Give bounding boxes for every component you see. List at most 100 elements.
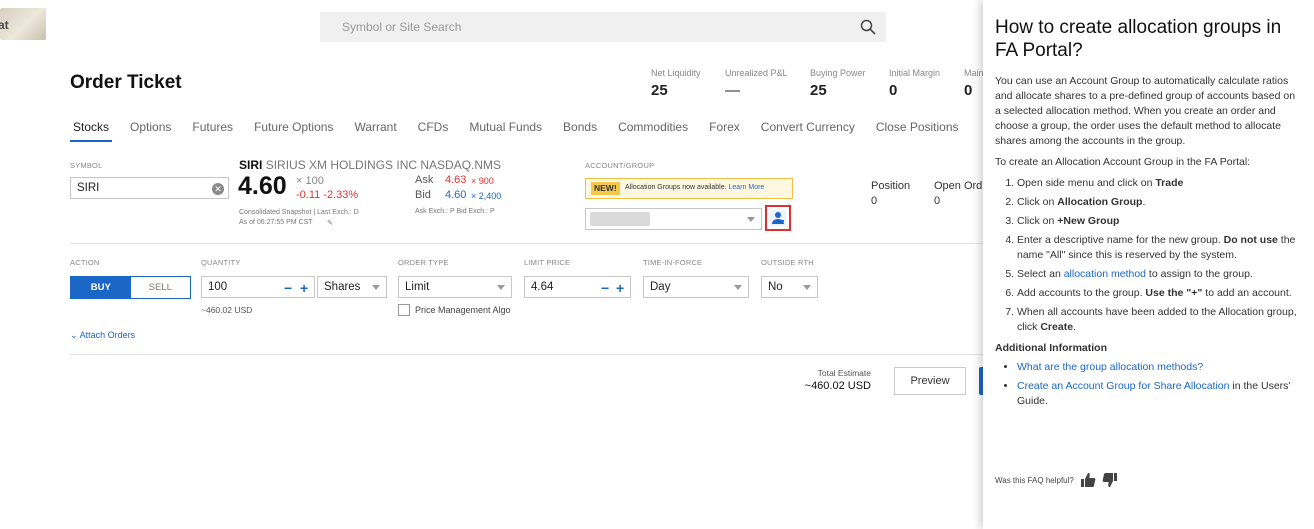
tif-value: Day [650, 281, 671, 293]
plus-icon[interactable]: + [616, 280, 624, 296]
ask-label: Ask [415, 174, 434, 186]
tab-future-options[interactable]: Future Options [251, 118, 336, 142]
faq-step: When all accounts have been added to the… [1017, 305, 1301, 335]
search-icon[interactable] [860, 19, 876, 35]
plus-icon[interactable]: + [300, 280, 308, 296]
clear-icon[interactable]: ✕ [212, 183, 224, 195]
total-estimate-value: ~460.02 USD [804, 380, 871, 392]
price-algo-label: Price Management Algo [415, 305, 511, 315]
thumbs-up-icon[interactable] [1080, 472, 1096, 488]
as-of-time: As of 06:27:55 PM CST [239, 219, 313, 226]
metric-label: Net Liquidity [651, 68, 701, 78]
group-methods-link[interactable]: What are the group allocation methods? [1017, 361, 1203, 373]
tab-close-positions[interactable]: Close Positions [873, 118, 962, 142]
quantity-unit-select[interactable]: Shares [317, 276, 387, 298]
tab-cfds[interactable]: CFDs [415, 118, 452, 142]
symbol-input[interactable]: SIRI ✕ [70, 177, 229, 199]
account-select[interactable] [585, 208, 762, 230]
faq-step: Add accounts to the group. Use the "+" t… [1017, 286, 1301, 301]
logo-text: at [0, 18, 9, 32]
faq-feedback: Was this FAQ helpful? [995, 472, 1118, 488]
account-group-button[interactable] [765, 205, 791, 231]
step-text: to assign to the group. [1146, 268, 1253, 280]
step-bold: +New Group [1057, 215, 1120, 227]
step-text: Click on [1017, 215, 1058, 227]
search-bar[interactable]: Symbol or Site Search [320, 12, 886, 42]
action-caption: ACTION [70, 258, 100, 267]
ask-size: × 900 [471, 176, 494, 186]
faq-step: Click on +New Group [1017, 214, 1301, 229]
thumbs-down-icon[interactable] [1102, 472, 1118, 488]
tab-futures[interactable]: Futures [189, 118, 236, 142]
position-value: 0 [871, 195, 878, 207]
faq-links: What are the group allocation methods? C… [1017, 360, 1301, 409]
rth-value: No [768, 281, 783, 293]
rth-caption: OUTSIDE RTH [761, 258, 814, 267]
create-group-link[interactable]: Create an Account Group for Share Alloca… [1017, 380, 1229, 392]
step-text: Add accounts to the group. [1017, 287, 1146, 299]
tab-forex[interactable]: Forex [706, 118, 743, 142]
step-text: Select an [1017, 268, 1064, 280]
allocation-method-link[interactable]: allocation method [1064, 268, 1146, 280]
limit-price-value: 4.64 [531, 281, 554, 293]
order-type-select[interactable]: Limit [398, 276, 512, 298]
tab-commodities[interactable]: Commodities [615, 118, 691, 142]
quantity-unit-value: Shares [324, 281, 361, 293]
faq-intro: You can use an Account Group to automati… [995, 75, 1296, 147]
buy-sell-toggle: BUY SELL [70, 276, 191, 299]
price-algo-checkbox[interactable] [398, 304, 410, 316]
minus-icon[interactable]: − [601, 280, 609, 296]
tab-warrant[interactable]: Warrant [351, 118, 399, 142]
allocation-notice: NEW! Allocation Groups now available. Le… [585, 178, 793, 199]
step-bold: Do not use [1223, 234, 1278, 246]
rth-select[interactable]: No [761, 276, 818, 298]
metric-value: — [725, 82, 740, 99]
tab-options[interactable]: Options [127, 118, 174, 142]
account-caption: ACCOUNT/GROUP [585, 161, 655, 170]
faq-steps-intro: To create an Allocation Account Group in… [995, 156, 1251, 168]
faq-link-item: Create an Account Group for Share Alloca… [1017, 379, 1301, 409]
quote-title: SIRI SIRIUS XM HOLDINGS INC NASDAQ.NMS [239, 158, 501, 172]
snapshot-info: Consolidated Snapshot | Last Exch.: D [239, 209, 359, 216]
step-bold: Trade [1155, 177, 1184, 189]
chevron-down-icon [747, 217, 755, 222]
preview-button[interactable]: Preview [894, 367, 966, 395]
chevron-down-icon [803, 285, 811, 290]
refresh-icon[interactable]: ✎ [327, 219, 333, 227]
sell-button[interactable]: SELL [130, 277, 190, 298]
learn-more-link[interactable]: Learn More [729, 184, 765, 191]
quantity-stepper[interactable]: 100 − + [201, 276, 315, 298]
minus-icon[interactable]: − [284, 280, 292, 296]
faq-additional-heading: Additional Information [995, 342, 1107, 354]
quantity-value: 100 [208, 281, 228, 293]
tab-mutual-funds[interactable]: Mutual Funds [466, 118, 545, 142]
step-bold: Use the "+" [1145, 287, 1203, 299]
chevron-down-icon: ⌄ [70, 330, 78, 340]
tab-convert-currency[interactable]: Convert Currency [758, 118, 858, 142]
price-change: -0.11 -2.33% [296, 189, 359, 201]
tab-stocks[interactable]: Stocks [70, 118, 113, 142]
step-text: to add an account. [1202, 287, 1292, 299]
tab-bonds[interactable]: Bonds [560, 118, 600, 142]
limit-price-caption: LIMIT PRICE [524, 258, 571, 267]
step-text: Click on [1017, 196, 1058, 208]
symbol-value: SIRI [77, 182, 100, 194]
metric-buying-power: Buying Power 25 [810, 68, 866, 99]
ask-price: 4.63 [445, 174, 467, 186]
bid-label: Bid [415, 189, 431, 201]
tif-select[interactable]: Day [643, 276, 749, 298]
faq-steps: Open side menu and click on Trade Click … [1017, 176, 1301, 335]
brand-logo[interactable]: at [0, 8, 46, 40]
order-type-value: Limit [405, 281, 430, 293]
faq-panel: How to create allocation groups in FA Po… [983, 0, 1314, 529]
metric-value: 25 [810, 82, 827, 99]
last-price: 4.60 [238, 172, 287, 200]
instrument-tabs: Stocks Options Futures Future Options Wa… [70, 118, 977, 142]
faq-title: How to create allocation groups in FA Po… [995, 17, 1282, 61]
buy-button[interactable]: BUY [71, 277, 131, 298]
open-orders-value: 0 [934, 195, 941, 207]
limit-price-stepper[interactable]: 4.64 − + [524, 276, 631, 298]
order-type-caption: ORDER TYPE [398, 258, 449, 267]
quantity-estimate: ~460.02 USD [201, 305, 253, 315]
attach-orders-toggle[interactable]: ⌄ Attach Orders [70, 330, 135, 341]
